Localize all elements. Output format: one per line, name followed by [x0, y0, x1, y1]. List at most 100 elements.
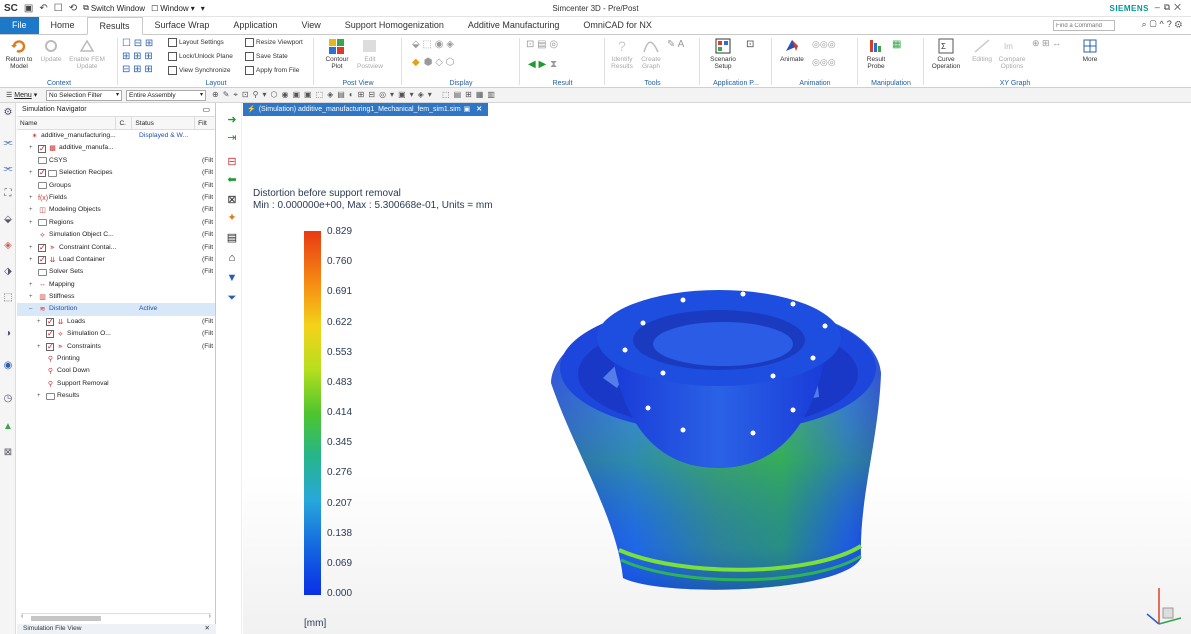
curve-operation-button[interactable]: Σ Curve Operation: [928, 37, 964, 70]
tree-row[interactable]: + ◫ Modeling Objects (Filt: [17, 204, 215, 216]
tree-row[interactable]: ⚲ Printing: [17, 353, 215, 365]
expand-toggle-icon[interactable]: +: [29, 217, 36, 229]
selection-toolbar-icons[interactable]: ⊕✎⌖⊡⚲▾⬡◉▣▣⬚◈▤◐⊞⊟◎▾▣▾◈▾ ⬚▤⊞▦▥: [212, 90, 499, 100]
expand-toggle-icon[interactable]: +: [29, 254, 36, 266]
tree-row[interactable]: ✶ additive_manufacturing... Displayed & W.…: [17, 130, 215, 142]
tab-support-homogenization[interactable]: Support Homogenization: [333, 17, 456, 34]
reuse-library-icon[interactable]: ⬙: [2, 214, 14, 226]
tab-surface-wrap[interactable]: Surface Wrap: [143, 17, 222, 34]
column-filter[interactable]: Filt: [195, 117, 215, 129]
simulation-navigator-icon[interactable]: ⛶: [2, 188, 14, 200]
window-box-icon[interactable]: ☐: [54, 3, 63, 14]
editing-button[interactable]: Editing: [968, 37, 996, 63]
tree-row[interactable]: ⟡ Simulation Object C... (Filt: [17, 229, 215, 241]
expand-toggle-icon[interactable]: +: [37, 316, 44, 328]
tree-row[interactable]: + Regions (Filt: [17, 217, 215, 229]
arrow-left-icon[interactable]: ⬅: [225, 173, 239, 187]
visibility-checkbox[interactable]: [46, 316, 54, 328]
tree-row[interactable]: CSYS (Filt: [17, 155, 215, 167]
tab-omnicad[interactable]: OmniCAD for NX: [571, 17, 664, 34]
redo-icon[interactable]: ⟲: [69, 3, 77, 14]
visibility-checkbox[interactable]: [38, 242, 46, 254]
tree-row[interactable]: + Results: [17, 390, 215, 402]
palette-icon[interactable]: ⬚: [2, 292, 14, 304]
tree-row[interactable]: + ▥ Stiffness: [17, 291, 215, 303]
expand-toggle-icon[interactable]: +: [29, 291, 36, 303]
assembly-navigator-icon[interactable]: ⫘: [2, 137, 14, 149]
resize-viewport-button[interactable]: Resize Viewport: [245, 38, 303, 47]
arrow-right-icon[interactable]: ➜: [225, 113, 239, 127]
arrow-in-icon[interactable]: ⇥: [225, 131, 239, 145]
return-to-model-button[interactable]: Return to Model: [3, 37, 35, 70]
tree-row[interactable]: + ⫸ Constraint Contai... (Filt: [17, 242, 215, 254]
animate-button[interactable]: Animate: [776, 37, 808, 63]
lock-unlock-plane-button[interactable]: Lock/Unlock Plane: [168, 52, 233, 61]
tree-row[interactable]: – ≋ Distortion Active: [17, 303, 215, 316]
graphics-tab[interactable]: ⚡ (Simulation) additive_manufacturing1_M…: [243, 103, 489, 116]
tree-row[interactable]: ⟡ Simulation O... (Filt: [17, 328, 215, 341]
more-button[interactable]: More: [1078, 37, 1102, 63]
process-studio-icon[interactable]: ◑: [2, 328, 14, 340]
graphics-window[interactable]: ⚡ (Simulation) additive_manufacturing1_M…: [243, 103, 1191, 634]
selection-filter-dropdown[interactable]: No Selection Filter: [46, 89, 122, 101]
display-icons-row2[interactable]: ◆ ⬢ ◇ ⬡: [412, 57, 454, 68]
tree-row[interactable]: Solver Sets (Filt: [17, 266, 215, 278]
manipulation-icons[interactable]: ▦: [892, 39, 901, 50]
expand-toggle-icon[interactable]: +: [29, 204, 36, 216]
part-navigator-icon[interactable]: ⫘: [2, 163, 14, 175]
application-icons[interactable]: ⊡: [746, 39, 754, 50]
scroll-thumb[interactable]: [31, 616, 101, 621]
help-icons[interactable]: ⌕▢^?⚙: [1142, 19, 1185, 30]
model-tree-icon[interactable]: ⊟: [225, 155, 239, 169]
tree-row[interactable]: + ⇊Loads (Filt: [17, 316, 215, 328]
hd3d-tools-icon[interactable]: ◈: [2, 240, 14, 252]
save-state-button[interactable]: Save State: [245, 52, 288, 61]
tree-row[interactable]: + ▩additive_manufa...: [17, 142, 215, 155]
layout-icons-row2[interactable]: ⊞ ⊞ ⊞: [122, 51, 153, 62]
tab-close-icon[interactable]: ✕: [476, 103, 482, 116]
expand-toggle-icon[interactable]: +: [29, 192, 36, 204]
result-nav-icons[interactable]: ◀ ▶ ⧗: [528, 59, 557, 70]
expand-toggle-icon[interactable]: +: [37, 341, 44, 353]
navigator-hscrollbar[interactable]: ‹ ›: [21, 613, 211, 622]
tree-row[interactable]: Groups (Filt: [17, 180, 215, 192]
window-menu-button[interactable]: ☐ Window ▾: [151, 4, 195, 13]
tree-row[interactable]: + ⫸ Constraints (Filt: [17, 341, 215, 353]
xy-graph-icons[interactable]: ⊕ ⊞ ↔: [1032, 38, 1061, 49]
window-controls[interactable]: –⧉✕: [1155, 2, 1185, 13]
tab-additive-manufacturing[interactable]: Additive Manufacturing: [456, 17, 572, 34]
visibility-checkbox[interactable]: [38, 143, 46, 155]
menu-button[interactable]: ☰ Menu ▾: [6, 91, 46, 99]
expand-toggle-icon[interactable]: +: [29, 167, 36, 179]
tab-file[interactable]: File: [0, 17, 39, 34]
save-file-icon[interactable]: ▤: [225, 231, 239, 245]
expand-toggle-icon[interactable]: –: [29, 303, 36, 315]
identify-results-button[interactable]: ? Identify Results: [607, 37, 637, 70]
column-name[interactable]: Name: [17, 117, 117, 129]
create-graph-button[interactable]: Create Graph: [637, 37, 665, 70]
expand-toggle-icon[interactable]: +: [29, 242, 36, 254]
fire-icon[interactable]: ✦: [225, 211, 239, 225]
tree-row[interactable]: + ⇊Load Container (Filt: [17, 254, 215, 266]
tab-results[interactable]: Results: [86, 17, 143, 35]
display-icons-row1[interactable]: ⬙ ⬚ ◉ ◈: [412, 39, 454, 50]
visibility-checkbox[interactable]: [46, 328, 54, 341]
enable-fem-update-button[interactable]: Enable FEM Update: [66, 37, 108, 70]
settings-gear-icon[interactable]: ⚙: [2, 107, 14, 119]
qa-dropdown-icon[interactable]: ▾: [201, 4, 205, 13]
close-icon[interactable]: ✕: [205, 624, 210, 634]
update-button[interactable]: Update: [38, 37, 64, 63]
scenario-setup-button[interactable]: Scenario Setup: [708, 37, 738, 70]
post-processing-icon[interactable]: ▲: [2, 421, 14, 433]
layout-settings-button[interactable]: Layout Settings: [168, 38, 224, 47]
tree-row[interactable]: + ↔ Mapping: [17, 279, 215, 291]
animation-controls-row1[interactable]: ◎◎◎: [812, 39, 836, 50]
expand-toggle-icon[interactable]: +: [37, 390, 44, 402]
web-browser-icon[interactable]: ⬗: [2, 266, 14, 278]
compare-options-button[interactable]: Im Compare Options: [996, 37, 1028, 70]
animation-controls-row2[interactable]: ◎◎◎: [812, 57, 836, 68]
assembly-scope-dropdown[interactable]: Entire Assembly: [126, 89, 206, 101]
visibility-checkbox[interactable]: [46, 341, 54, 353]
close-box-icon[interactable]: ⊠: [225, 193, 239, 207]
tree-row[interactable]: + f(x) Fields (Filt: [17, 192, 215, 204]
